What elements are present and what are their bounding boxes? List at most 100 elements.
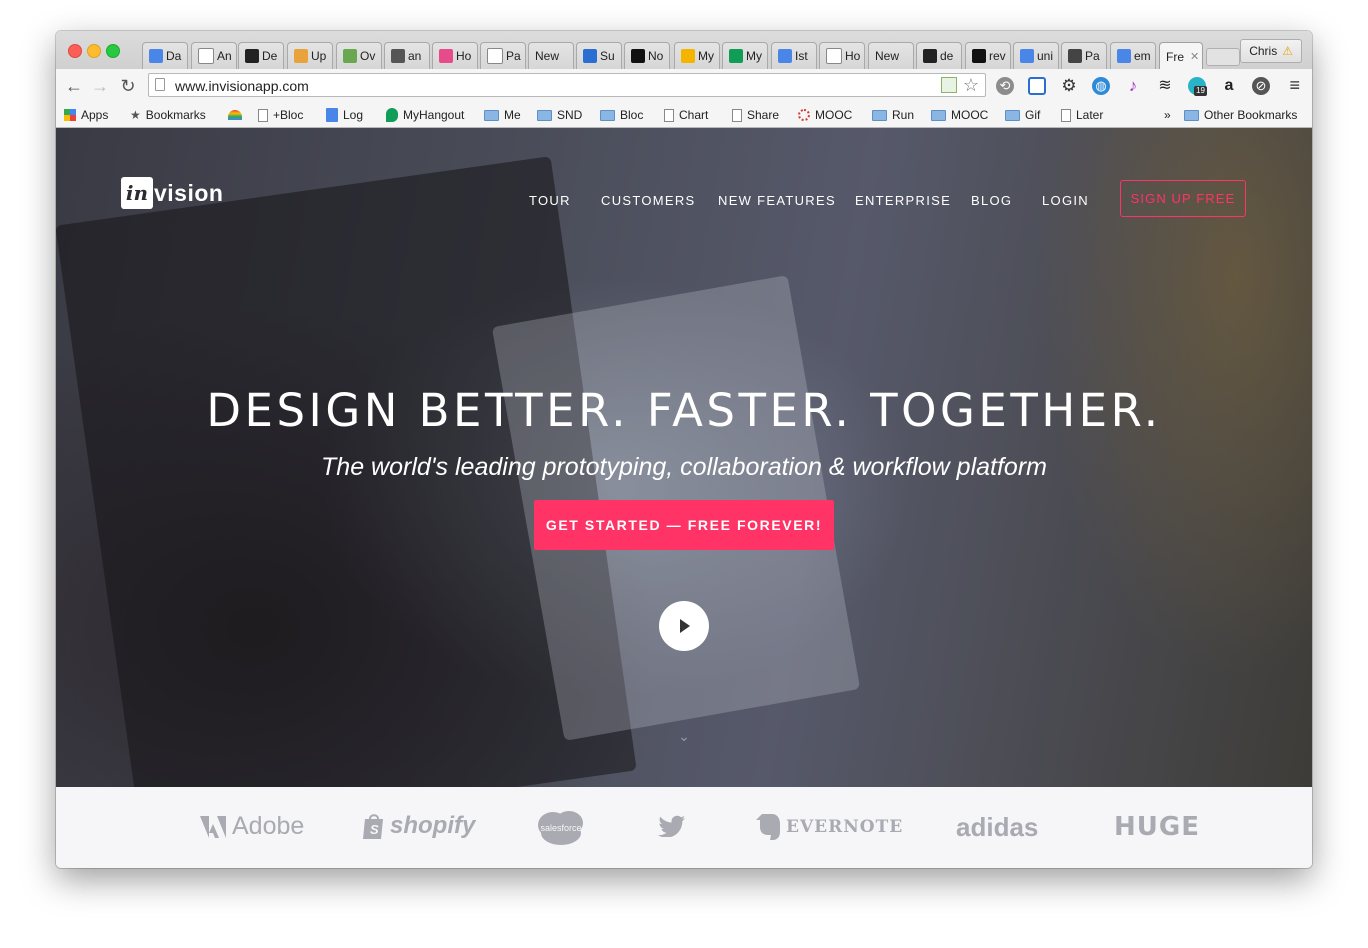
new-tab-button[interactable] [1206, 48, 1240, 66]
tab-17[interactable]: rev [965, 42, 1011, 69]
tab-label: Ho [845, 49, 861, 63]
bookmark-11[interactable]: MOOC [798, 107, 852, 123]
tab-9[interactable]: Su [576, 42, 622, 69]
bookmark-2[interactable] [228, 107, 247, 123]
other-bookmarks-folder[interactable]: Other Bookmarks [1184, 107, 1297, 123]
huge-logo: HUGE [1114, 812, 1200, 842]
ghostery-icon[interactable]: 19 [1188, 77, 1207, 96]
tab-1[interactable]: An [191, 42, 237, 69]
tab-label: Ov [360, 49, 376, 63]
bookmark-14[interactable]: Gif [1005, 107, 1040, 123]
close-window-button[interactable] [68, 44, 82, 58]
tab-16[interactable]: de [916, 42, 962, 69]
tab-21[interactable]: Fre ✕ [1159, 42, 1203, 70]
bookmark-10[interactable]: Share [732, 107, 779, 123]
bookmarks-bar: Apps ★ Bookmarks +Bloc Log MyHangout Me SND Bloc… [56, 103, 1312, 128]
minimize-window-button[interactable] [87, 44, 101, 58]
tab-2[interactable]: De [238, 42, 284, 69]
hero-section: in vision TOUR CUSTOMERS NEW FEATURES EN… [56, 128, 1312, 787]
bookmark-4[interactable]: Log [326, 107, 363, 123]
bookmark-13[interactable]: MOOC [931, 107, 988, 123]
globe-extension-icon[interactable]: ◍ [1092, 77, 1110, 95]
sync-extension-icon[interactable]: ⟲ [996, 77, 1014, 95]
bookmark-7[interactable]: SND [537, 107, 582, 123]
rss-icon[interactable] [941, 77, 957, 93]
adobe-icon [200, 815, 226, 838]
nav-enterprise[interactable]: ENTERPRISE [855, 193, 951, 208]
forward-arrow-icon[interactable]: → [90, 76, 110, 96]
shopify-logo-text: shopify [390, 812, 476, 839]
reload-icon[interactable]: ↻ [118, 76, 138, 96]
overflow-label: » [1164, 108, 1171, 122]
tab-10[interactable]: No [624, 42, 670, 69]
music-note-icon[interactable]: ♪ [1124, 77, 1142, 95]
invision-logo[interactable]: in vision [121, 177, 223, 209]
compass-icon[interactable]: ⊘ [1252, 77, 1270, 95]
bookmark-9[interactable]: Chart [664, 107, 708, 123]
tab-4[interactable]: Ov [336, 42, 382, 69]
tab-6[interactable]: Ho [432, 42, 478, 69]
chevron-down-icon[interactable]: ⌄ [676, 728, 692, 745]
nav-new-features[interactable]: NEW FEATURES [718, 193, 836, 208]
bookmark-15[interactable]: Later [1061, 107, 1103, 123]
bookmark-5[interactable]: MyHangout [386, 107, 464, 123]
bookmark-label: Share [747, 108, 780, 122]
nav-customers[interactable]: CUSTOMERS [601, 193, 696, 208]
amazon-icon[interactable]: a [1220, 77, 1238, 95]
tab-14[interactable]: Ho [819, 42, 865, 69]
tab-18[interactable]: uni [1013, 42, 1059, 69]
bookmarks-overflow-button[interactable]: » [1164, 107, 1171, 123]
tab-7[interactable]: Pa [480, 42, 526, 69]
tab-label: Fre [1166, 49, 1184, 64]
google-docs-icon [326, 108, 338, 122]
bookmark-star-icon[interactable]: ☆ [963, 75, 979, 96]
play-icon [680, 619, 690, 633]
bookmark-12[interactable]: Run [872, 107, 914, 123]
menu-icon[interactable]: ≡ [1289, 75, 1300, 96]
nav-blog[interactable]: BLOG [971, 193, 1012, 208]
maximize-window-button[interactable] [106, 44, 120, 58]
tab-label: em [1134, 49, 1151, 63]
hangout-icon [386, 108, 398, 122]
nav-login[interactable]: LOGIN [1042, 193, 1089, 208]
salesforce-logo-text: salesforce [540, 823, 581, 833]
calendar-icon [294, 49, 308, 63]
profile-name: Chris [1249, 44, 1278, 58]
tab-13[interactable]: Ist [771, 42, 817, 69]
tab-8[interactable]: New [528, 42, 574, 69]
browser-toolbar: ← → ↻ www.invisionapp.com ☆ ⟲ ⚙ ◍ ♪ ≋ 19… [56, 69, 1312, 103]
bookmark-label: Gif [1025, 108, 1041, 122]
screenshot-extension-icon[interactable] [1028, 77, 1046, 95]
tab-19[interactable]: Pa [1061, 42, 1107, 69]
shopping-bag-icon: S [363, 814, 383, 839]
tab-11[interactable]: My [674, 42, 720, 69]
nav-tour[interactable]: TOUR [529, 193, 571, 208]
bookmark-6[interactable]: Me [484, 107, 521, 123]
play-video-button[interactable] [659, 601, 709, 651]
tab-5[interactable]: an [384, 42, 430, 69]
tab-15[interactable]: New [868, 42, 914, 69]
url-text[interactable]: www.invisionapp.com [175, 78, 309, 94]
google-icon [1020, 49, 1034, 63]
tab-label: Ho [456, 49, 472, 63]
columns-icon [391, 49, 405, 63]
back-arrow-icon[interactable]: ← [64, 76, 84, 96]
profile-button[interactable]: Chris ⚠ [1240, 39, 1302, 63]
tab-0[interactable]: Da [142, 42, 188, 69]
s-icon [972, 49, 986, 63]
bookmark-8[interactable]: Bloc [600, 107, 643, 123]
tab-12[interactable]: My [722, 42, 768, 69]
bookmark-3[interactable]: +Bloc [258, 107, 303, 123]
bookmark-0[interactable]: Apps [64, 107, 108, 123]
close-tab-icon[interactable]: ✕ [1190, 50, 1199, 63]
layers-icon[interactable]: ≋ [1156, 77, 1174, 95]
address-bar[interactable]: www.invisionapp.com ☆ [148, 73, 986, 97]
gear-icon[interactable]: ⚙ [1060, 77, 1078, 95]
tab-20[interactable]: em [1110, 42, 1156, 69]
sign-up-button[interactable]: SIGN UP FREE [1120, 180, 1246, 217]
bookmark-1[interactable]: ★ Bookmarks [130, 107, 206, 123]
hero-headline: DESIGN BETTER. FASTER. TOGETHER. [206, 384, 1162, 438]
tab-3[interactable]: Up [287, 42, 333, 69]
tab-label: Pa [506, 49, 521, 63]
get-started-button[interactable]: GET STARTED — FREE FOREVER! [534, 500, 834, 550]
